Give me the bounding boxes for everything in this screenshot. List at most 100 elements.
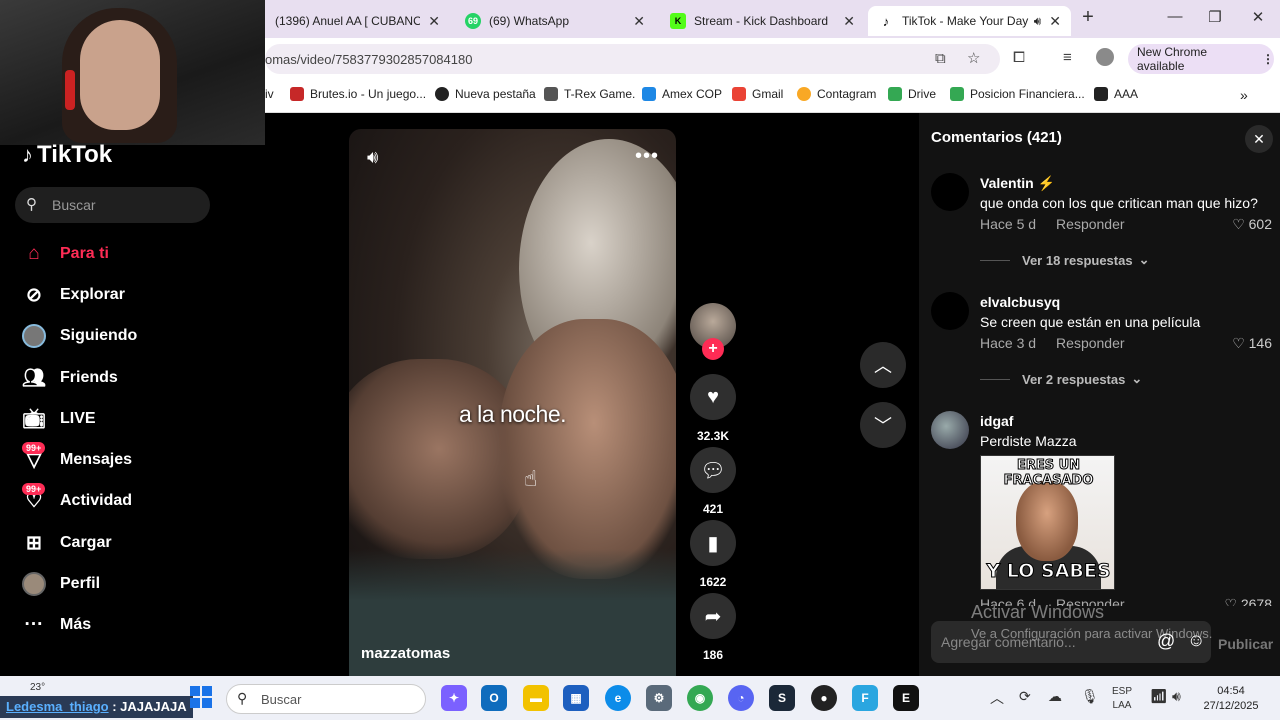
profile-avatar[interactable] [1096,48,1114,66]
bookmark-item[interactable]: iv [265,87,274,101]
comment-username[interactable]: idgaf [980,413,1013,429]
wifi-icon[interactable]: 📶︎ [1150,688,1168,705]
bookmark-item[interactable]: Nueva pestaña [435,87,536,101]
save-count: 1622 [699,575,727,589]
install-app-icon[interactable]: ⧉ [935,50,946,67]
bookmark-star-icon[interactable]: ☆ [967,49,980,67]
save-button[interactable]: ▮ 1622 [690,520,736,589]
nav-actividad[interactable]: ♡ 99+ Actividad [20,483,132,516]
steam-icon[interactable]: S [769,685,795,711]
video-player[interactable]: 🔊︎ ••• a la noche. mazzatomas [349,129,676,676]
tab-youtube[interactable]: (1396) Anuel AA [ CUBANO ✕ [265,6,450,36]
input-language[interactable]: ESP LAA [1112,685,1132,713]
minimize-button[interactable]: — [1155,8,1195,25]
like-button[interactable]: ♥ 32.3K [690,374,736,443]
comment-username[interactable]: Valentin ⚡ [980,175,1055,192]
nav-siguiendo[interactable]: Siguiendo [20,321,137,351]
tab-whatsapp[interactable]: 69 (69) WhatsApp ✕ [455,6,655,36]
previous-video-button[interactable]: ︿ [860,342,906,388]
store-icon[interactable]: ▦ [563,685,589,711]
close-icon[interactable]: ✕ [633,13,645,30]
volume-icon[interactable]: 🔊︎ [1172,688,1181,705]
commenter-avatar[interactable] [931,411,969,449]
commenter-avatar[interactable] [931,173,969,211]
more-bookmarks-chevron-icon[interactable]: » [1240,87,1248,103]
comment-username[interactable]: elvalcbusyq [980,294,1060,310]
media-control-icon[interactable]: ≡ [1063,49,1072,66]
edge-icon[interactable]: e [605,685,631,711]
bookmark-item[interactable]: Contagram [797,87,876,101]
tiktok-logo[interactable]: ♪ TikTok [22,141,112,169]
comment-like-button[interactable]: ♡ 602 [1232,216,1272,233]
upload-icon: ⊞ [26,532,42,554]
tray-chevron-up-icon[interactable]: ︿ [990,688,1004,708]
comment-like-button[interactable]: ♡ 146 [1232,335,1272,352]
view-replies-button[interactable]: Ver 2 respuestas ⌄ [980,371,1142,387]
tab-tiktok[interactable]: ♪ TikTok - Make Your Day 🔊︎ ✕ [868,6,1071,36]
close-window-button[interactable]: ✕ [1238,8,1278,26]
settings-icon[interactable]: ⚙ [646,685,672,711]
nav-cargar[interactable]: ⊞ Cargar [20,528,112,558]
bookmark-item[interactable]: Gmail [732,87,783,101]
bookmark-item[interactable]: Drive [888,87,936,101]
outlook-icon[interactable]: O [481,685,507,711]
view-replies-button[interactable]: Ver 18 respuestas ⌄ [980,252,1149,268]
tab-title: TikTok - Make Your Day [902,14,1029,28]
volume-icon[interactable]: 🔊︎ [367,147,378,168]
bookmark-item[interactable]: Amex COP [642,87,722,101]
nav-mensajes[interactable]: ▽ 99+ Mensajes [20,442,132,475]
follow-plus-icon[interactable]: + [702,338,724,360]
video-author[interactable]: mazzatomas [361,645,450,662]
close-icon[interactable]: ✕ [1049,13,1061,30]
nav-live[interactable]: 📺︎ LIVE [20,404,96,434]
windows-start-icon[interactable] [190,686,212,708]
close-icon[interactable]: ✕ [843,13,855,30]
bookmark-item[interactable]: Posicion Financiera... [950,87,1085,101]
new-tab-button[interactable]: + [1068,6,1108,29]
sync-icon[interactable]: ⟳ [1019,688,1031,705]
new-chrome-available-button[interactable]: New Chrome available ⋮ [1128,44,1274,74]
nav-friends[interactable]: 👥︎ Friends [20,363,118,393]
cloud-icon[interactable]: ☁ [1048,688,1062,705]
commenter-avatar[interactable] [931,292,969,330]
system-clock[interactable]: 04:54 27/12/2025 [1196,684,1266,714]
publish-button[interactable]: Publicar [1218,636,1273,652]
file-explorer-icon[interactable]: ▬ [523,685,549,711]
epic-games-icon[interactable]: E [893,685,919,711]
more-options-icon[interactable]: ••• [635,145,659,168]
reply-button[interactable]: Responder [1056,216,1125,232]
chrome-icon[interactable]: ◉ [687,685,713,711]
maximize-button[interactable]: ❐ [1195,8,1235,26]
weather-widget[interactable]: 23° [30,682,45,693]
address-bar[interactable]: omas/video/7583779302857084180 ⧉ ☆ [265,44,1000,74]
nav-explorar[interactable]: ⊘ Explorar [20,280,125,310]
nav-perfil[interactable]: Perfil [20,569,100,599]
discord-icon[interactable]: ◔ [728,685,754,711]
share-button[interactable]: ➦ 186 [690,593,736,662]
nav-para-ti[interactable]: ⌂ Para ti [20,239,109,269]
search-input[interactable]: ⚲ Buscar [15,187,210,223]
obs-icon[interactable]: ● [811,685,837,711]
tab-kick[interactable]: K Stream - Kick Dashboard ✕ [660,6,865,36]
close-icon: ✕ [1253,131,1265,147]
comment-time: Hace 3 d [980,335,1037,351]
comment-like-button[interactable]: ♡ 2678 [1224,596,1272,606]
speaker-icon[interactable]: 🔊︎ [1034,14,1042,29]
next-video-button[interactable]: ﹀ [860,402,906,448]
comment-button[interactable]: 💬︎ 421 [690,447,736,516]
bookmark-item[interactable]: AAA [1094,87,1138,101]
windows-activation-title: Activar Windows [971,602,1105,622]
copilot-icon[interactable]: ✦ [441,685,467,711]
nav-mas[interactable]: ··· Más [20,610,92,640]
extensions-icon[interactable]: ⧠ [1013,49,1025,66]
comment-meme-image[interactable]: ERES UN FRACASADO Y LO SABES [980,455,1115,590]
close-icon[interactable]: ✕ [428,13,440,30]
bookmark-item[interactable]: Brutes.io - Un juego... [290,87,426,101]
comment-count: 421 [702,502,724,516]
bookmark-item[interactable]: T-Rex Game. [544,87,635,101]
microphone-icon[interactable]: 🎙︎ [1081,688,1099,705]
close-comments-button[interactable]: ✕ [1245,125,1273,153]
app-f-icon[interactable]: F [852,685,878,711]
reply-button[interactable]: Responder [1056,335,1125,351]
taskbar-search[interactable]: ⚲ Buscar [226,684,426,714]
